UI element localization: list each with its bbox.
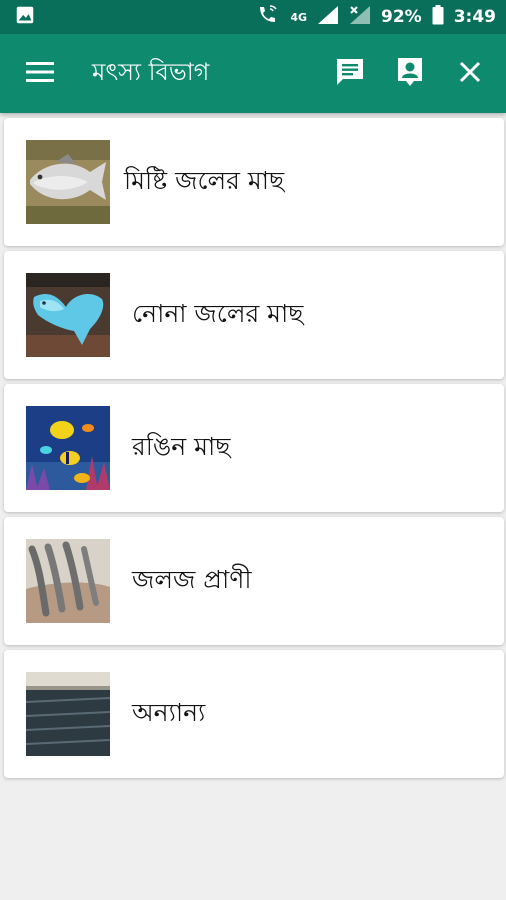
signal-x-icon: [349, 5, 371, 30]
message-icon: [335, 57, 365, 91]
list-item-colorful-fish[interactable]: রঙিন মাছ: [4, 384, 504, 512]
clock: 3:49: [453, 7, 496, 27]
list-item-label: অন্যান্য: [132, 697, 206, 727]
network-type: 4G: [290, 10, 307, 24]
message-button[interactable]: [320, 44, 380, 104]
list-item-saltwater-fish[interactable]: নোনা জলের মাছ: [4, 251, 504, 379]
close-icon: [459, 61, 481, 87]
list-item-label: নোনা জলের মাছ: [132, 298, 304, 328]
close-button[interactable]: [440, 44, 500, 104]
battery-percent: 92%: [381, 7, 422, 27]
app-bar: মৎস্য বিভাগ: [0, 34, 506, 113]
list-item-label: জলজ প্রাণী: [132, 564, 252, 594]
call-wifi-icon: [256, 4, 280, 31]
page-title: মৎস্য বিভাগ: [92, 57, 210, 86]
menu-icon: [26, 61, 54, 87]
list-item-label: রঙিন মাছ: [132, 431, 231, 461]
category-list: মিষ্টি জলের মাছ নোনা জলের মাছ রঙিন মাছ জ…: [4, 118, 504, 783]
list-item-others[interactable]: অন্যান্য: [4, 650, 504, 778]
list-item-aquatic-animals[interactable]: জলজ প্রাণী: [4, 517, 504, 645]
contact-icon: [396, 56, 424, 92]
freshwater-fish-image: [26, 140, 110, 224]
list-item-label: মিষ্টি জলের মাছ: [124, 165, 285, 195]
colorful-fish-image: [26, 406, 110, 490]
contact-button[interactable]: [380, 44, 440, 104]
image-icon: [14, 4, 36, 30]
menu-button[interactable]: [10, 44, 70, 104]
battery-icon: [432, 4, 444, 30]
list-item-freshwater-fish[interactable]: মিষ্টি জলের মাছ: [4, 118, 504, 246]
signal-icon: [317, 5, 339, 30]
aquatic-animals-image: [26, 539, 110, 623]
status-bar: 4G 92% 3:49: [0, 0, 506, 34]
others-image: [26, 672, 110, 756]
saltwater-fish-image: [26, 273, 110, 357]
